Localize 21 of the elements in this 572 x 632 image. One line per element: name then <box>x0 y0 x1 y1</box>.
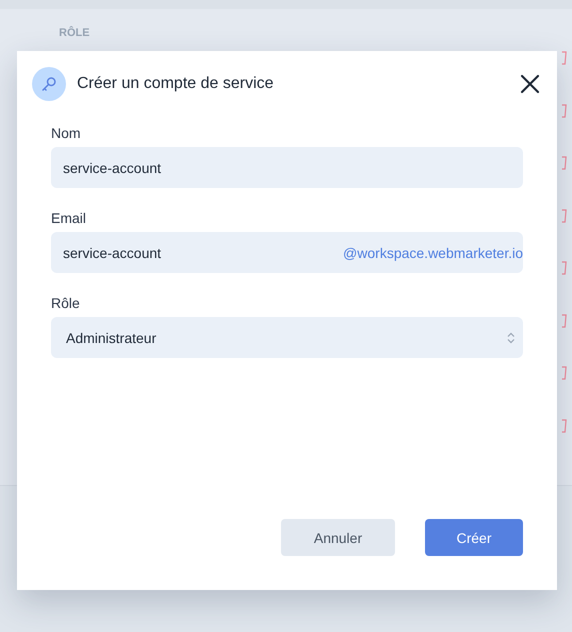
create-button[interactable]: Créer <box>425 519 523 556</box>
field-label: Nom <box>51 125 82 141</box>
row-action-icon[interactable] <box>561 104 567 118</box>
role-select[interactable]: Administrateur <box>51 317 523 358</box>
row-action-icon[interactable] <box>561 366 567 380</box>
row-action-icon[interactable] <box>561 261 567 275</box>
row-action-icon[interactable] <box>561 418 567 432</box>
field-label: Rôle <box>51 295 81 311</box>
email-field[interactable]: service-account @workspace.webmarketer.io <box>51 232 523 273</box>
row-action-icon[interactable] <box>561 208 567 222</box>
row-action-icon[interactable] <box>561 314 567 328</box>
cancel-button[interactable]: Annuler <box>281 519 395 556</box>
field-label: Email <box>51 210 88 226</box>
dialog-title: Créer un compte de service <box>77 75 275 93</box>
row-action-icon[interactable] <box>561 51 567 65</box>
close-button[interactable] <box>520 74 540 94</box>
key-icon <box>32 67 66 101</box>
row-action-icon[interactable] <box>561 156 567 170</box>
name-field[interactable]: service-account <box>51 147 523 188</box>
chevron-updown-icon <box>507 332 515 344</box>
column-header: RÔLE <box>59 27 90 39</box>
